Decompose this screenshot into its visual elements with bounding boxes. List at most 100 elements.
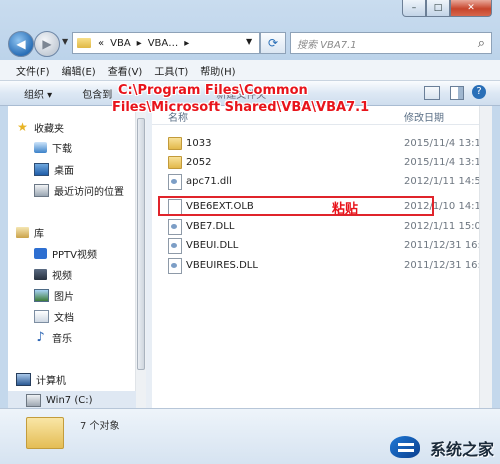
folder-icon xyxy=(77,38,91,48)
file-row[interactable]: 2052 2015/11/4 13:10 xyxy=(152,153,492,172)
file-list: 名称 修改日期 1033 2015/11/4 13:10 2052 2015/11/4… xyxy=(152,106,492,408)
menu-help[interactable]: 帮助(H) xyxy=(200,63,235,78)
sidebar-item-documents[interactable]: 文档 xyxy=(34,309,74,324)
sidebar-item-label: 库 xyxy=(34,229,44,240)
address-dropdown[interactable]: ▼ xyxy=(246,37,252,46)
sidebar-item-computer[interactable]: 计算机 xyxy=(16,372,66,387)
refresh-button[interactable]: ⟳ xyxy=(260,32,286,54)
back-button[interactable]: ◀ xyxy=(8,31,34,57)
sidebar-item-desktop[interactable]: 桌面 xyxy=(34,162,74,177)
menu-view[interactable]: 查看(V) xyxy=(108,63,143,78)
desktop-icon xyxy=(34,163,49,176)
file-name: 1033 xyxy=(186,138,212,149)
file-icon xyxy=(168,237,182,254)
file-icon xyxy=(168,218,182,235)
documents-icon xyxy=(34,310,49,323)
file-row[interactable]: VBEUI.DLL 2011/12/31 16:10 xyxy=(152,236,492,255)
watermark-logo xyxy=(386,436,424,460)
details-pane: 7 个对象 系统之家 xyxy=(0,408,500,464)
sidebar-item-label: 收藏夹 xyxy=(34,124,64,135)
watermark: 系统之家 xyxy=(386,436,494,460)
path-annotation-line2: Files\Microsoft Shared\VBA\VBA7.1 xyxy=(112,100,370,115)
arrow-left-icon: ◀ xyxy=(16,37,26,51)
sidebar-item-label: 文档 xyxy=(54,313,74,324)
sidebar-item-downloads[interactable]: 下载 xyxy=(34,140,72,155)
organize-button[interactable]: 组织 ▾ xyxy=(0,86,60,101)
breadcrumb-separator[interactable]: ▸ xyxy=(184,38,189,49)
file-date: 2015/11/4 13:10 xyxy=(404,138,488,149)
explorer-window: – □ ✕ ◀ ▶ ▼ « VBA ▸ VBA… ▸ ▼ ⟳ 搜索 VBA7.1… xyxy=(0,0,500,464)
refresh-icon: ⟳ xyxy=(267,36,279,50)
sidebar-item-favorites[interactable]: ★ 收藏夹 xyxy=(16,120,64,135)
sidebar-item-recent[interactable]: 最近访问的位置 xyxy=(34,183,124,198)
address-bar[interactable]: « VBA ▸ VBA… ▸ xyxy=(72,32,260,54)
scrollbar-thumb[interactable] xyxy=(137,118,145,370)
sidebar-item-pictures[interactable]: 图片 xyxy=(34,288,74,303)
file-date: 2015/11/4 13:10 xyxy=(404,157,488,168)
highlight-box xyxy=(158,196,434,216)
minimize-button[interactable]: – xyxy=(402,0,426,17)
breadcrumb-separator[interactable]: ▸ xyxy=(137,38,142,49)
music-note-icon: ♪ xyxy=(36,330,45,345)
sidebar-item-label: PPTV视频 xyxy=(52,250,98,261)
file-name: VBEUIRES.DLL xyxy=(186,260,258,271)
breadcrumb-vba-sub[interactable]: VBA… xyxy=(148,38,179,49)
close-button[interactable]: ✕ xyxy=(450,0,492,17)
library-icon xyxy=(16,227,29,238)
path-annotation: C:\Program Files\Common Files\Microsoft … xyxy=(112,82,369,116)
pptv-icon xyxy=(34,248,47,259)
file-icon xyxy=(168,173,182,190)
file-row[interactable]: VBEUIRES.DLL 2011/12/31 16:10 xyxy=(152,256,492,275)
help-icon[interactable]: ? xyxy=(472,85,486,99)
computer-icon xyxy=(16,373,31,386)
file-row[interactable]: VBE7.DLL 2012/1/11 15:03 xyxy=(152,217,492,236)
sidebar-item-label: 计算机 xyxy=(36,376,66,387)
download-icon xyxy=(34,142,47,153)
breadcrumb-vba[interactable]: VBA xyxy=(110,38,131,49)
sidebar-item-label: 桌面 xyxy=(54,166,74,177)
menu-file[interactable]: 文件(F) xyxy=(16,63,50,78)
forward-button[interactable]: ▶ xyxy=(34,31,60,57)
sidebar-item-libraries[interactable]: 库 xyxy=(16,225,44,240)
recent-places-icon xyxy=(34,184,49,197)
caption-buttons: – □ ✕ xyxy=(402,0,492,18)
sidebar-item-label: 下载 xyxy=(52,144,72,155)
watermark-text: 系统之家 xyxy=(429,440,494,459)
view-options-icon[interactable] xyxy=(424,86,440,100)
sidebar-item-music[interactable]: ♪ 音乐 xyxy=(34,330,72,345)
file-icon xyxy=(168,257,182,274)
file-list-scrollbar[interactable] xyxy=(479,106,492,408)
file-row[interactable]: apc71.dll 2012/1/11 14:56 xyxy=(152,172,492,191)
address-row: ◀ ▶ ▼ « VBA ▸ VBA… ▸ ▼ ⟳ 搜索 VBA7.1 ⌕ xyxy=(8,30,492,57)
sidebar-item-drive-c[interactable]: Win7 (C:) xyxy=(8,391,136,408)
file-name: VBE7.DLL xyxy=(186,221,235,232)
sidebar-item-label: 视频 xyxy=(52,271,72,282)
search-input[interactable]: 搜索 VBA7.1 ⌕ xyxy=(290,32,492,54)
preview-pane-icon[interactable] xyxy=(450,86,464,100)
menu-bar: 文件(F) 编辑(E) 查看(V) 工具(T) 帮助(H) xyxy=(0,60,500,81)
folder-icon xyxy=(26,417,64,449)
sidebar-item-label: 音乐 xyxy=(52,334,72,345)
file-date: 2012/1/11 15:03 xyxy=(404,221,488,232)
file-date: 2012/1/11 14:56 xyxy=(404,176,488,187)
sidebar-scrollbar[interactable] xyxy=(135,106,146,408)
item-count: 7 个对象 xyxy=(80,421,120,432)
sidebar-item-label: 图片 xyxy=(54,292,74,303)
file-row[interactable]: 1033 2015/11/4 13:10 xyxy=(152,134,492,153)
folder-icon xyxy=(168,156,182,169)
file-name: 2052 xyxy=(186,157,212,168)
search-icon: ⌕ xyxy=(477,35,485,51)
maximize-button[interactable]: □ xyxy=(426,0,450,17)
video-icon xyxy=(34,269,47,280)
menu-edit[interactable]: 编辑(E) xyxy=(62,63,96,78)
drive-icon xyxy=(26,394,41,407)
menu-tools[interactable]: 工具(T) xyxy=(154,63,188,78)
recent-pages-dropdown[interactable]: ▼ xyxy=(62,37,68,46)
file-name: apc71.dll xyxy=(186,176,232,187)
path-annotation-line1: C:\Program Files\Common xyxy=(118,83,308,98)
sidebar-item-videos[interactable]: 视频 xyxy=(34,267,72,282)
sidebar-item-pptv[interactable]: PPTV视频 xyxy=(34,246,97,261)
column-header-date[interactable]: 修改日期 xyxy=(404,109,444,124)
folder-icon xyxy=(168,137,182,150)
breadcrumb-overflow[interactable]: « xyxy=(98,38,104,49)
